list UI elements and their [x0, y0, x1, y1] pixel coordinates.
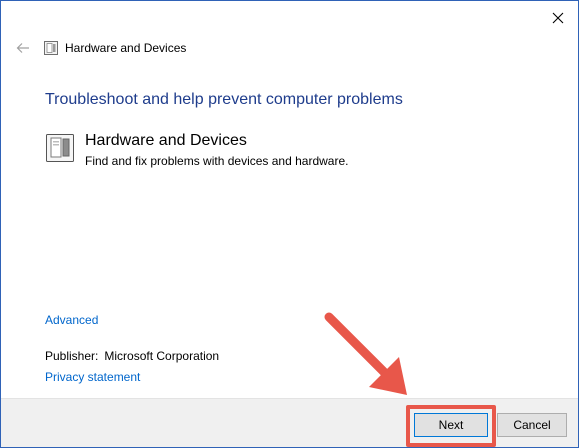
next-button[interactable]: Next [414, 413, 488, 437]
publisher-label: Publisher: [45, 349, 99, 363]
publisher-value: Microsoft Corporation [104, 349, 220, 363]
troubleshooter-item: Hardware and Devices Find and fix proble… [45, 131, 348, 168]
privacy-statement-link[interactable]: Privacy statement [45, 370, 140, 384]
footer-bar: Next Cancel [1, 398, 578, 447]
hardware-devices-icon [43, 40, 59, 56]
troubleshooter-window: Hardware and Devices Troubleshoot and he… [0, 0, 579, 448]
close-button[interactable] [541, 5, 575, 31]
cancel-button[interactable]: Cancel [497, 413, 567, 437]
back-button[interactable] [15, 40, 31, 56]
item-text: Hardware and Devices Find and fix proble… [85, 131, 348, 168]
publisher-info: Publisher: Microsoft Corporation [45, 349, 219, 363]
hardware-devices-large-icon [45, 133, 75, 163]
pointer-arrow-annotation [324, 312, 407, 395]
close-icon [552, 12, 564, 24]
window-title: Hardware and Devices [65, 41, 187, 55]
title-bar: Hardware and Devices [15, 37, 186, 59]
item-description: Find and fix problems with devices and h… [85, 154, 349, 168]
back-arrow-icon [16, 43, 29, 53]
advanced-link[interactable]: Advanced [45, 313, 98, 327]
page-heading: Troubleshoot and help prevent computer p… [45, 91, 403, 108]
item-title: Hardware and Devices [85, 132, 247, 149]
